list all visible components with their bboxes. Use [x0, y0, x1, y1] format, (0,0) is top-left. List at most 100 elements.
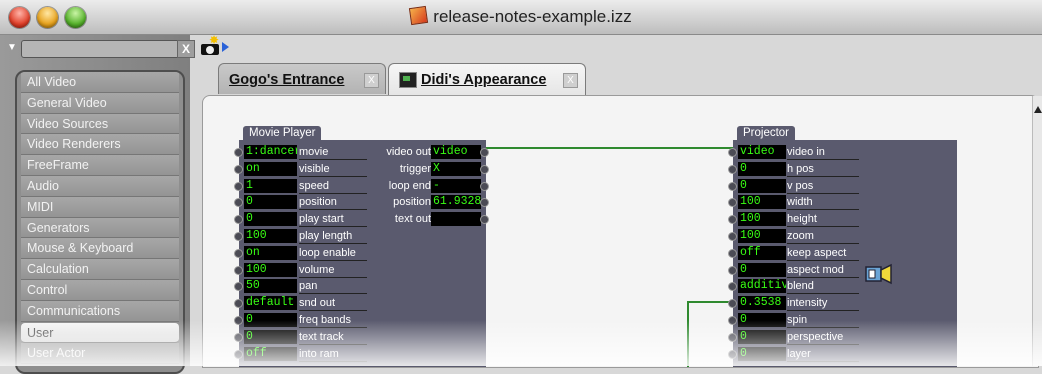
output-value-field: - [431, 178, 481, 193]
output-port[interactable] [480, 181, 489, 191]
input-value-field[interactable]: 0 [738, 313, 786, 327]
input-label: perspective [787, 330, 844, 343]
output-port[interactable] [480, 164, 489, 174]
play-arrow-icon[interactable] [222, 42, 229, 52]
output-port[interactable] [480, 148, 489, 157]
input-port[interactable] [728, 215, 737, 225]
input-value-field[interactable]: 0 [244, 212, 297, 227]
movie-player-actor[interactable]: Movie Player 1:dancer movie on visible 1 spee… [234, 126, 489, 367]
input-value-field[interactable]: on [244, 245, 297, 260]
input-port[interactable] [234, 148, 243, 157]
input-value-field[interactable]: on [244, 161, 297, 176]
input-value-field[interactable]: 1 [244, 178, 297, 193]
input-port[interactable] [728, 232, 737, 241]
input-value-field[interactable]: 0 [738, 178, 786, 193]
scene-editor-canvas[interactable]: Movie Player 1:dancer movie on visible 1 spee… [202, 95, 1039, 368]
input-label: loop enable [299, 246, 356, 259]
category-item[interactable]: General Video [21, 92, 179, 114]
intensity-patch-cord[interactable] [687, 301, 734, 367]
input-port[interactable] [234, 181, 243, 191]
tab-didis-appearance[interactable]: Didi's Appearance X [388, 63, 586, 96]
window-title: release-notes-example.izz [0, 5, 1042, 27]
input-port[interactable] [234, 265, 243, 275]
category-item[interactable]: All Video [21, 72, 179, 93]
category-item[interactable]: MIDI [21, 196, 179, 218]
input-value-field[interactable]: 100 [738, 229, 786, 243]
category-item[interactable]: Audio [21, 175, 179, 197]
input-value-field[interactable]: 0 [738, 346, 786, 361]
tab-close-button[interactable]: X [364, 73, 379, 88]
category-item[interactable]: FreeFrame [21, 155, 179, 176]
input-value-field[interactable]: off [244, 346, 297, 361]
input-port[interactable] [728, 299, 737, 309]
projector-actor[interactable]: Projector video video in 0 h pos 0 v pos 100 wi… [728, 126, 957, 367]
input-port[interactable] [234, 332, 243, 342]
input-value-field[interactable]: 0.3538 [738, 296, 786, 311]
input-value-field[interactable]: 0 [244, 313, 297, 327]
category-item[interactable]: Video Renderers [21, 134, 179, 156]
output-port-row: loop end - [369, 178, 489, 194]
category-item[interactable]: Calculation [21, 259, 179, 280]
output-value-field [431, 212, 481, 227]
input-port[interactable] [234, 349, 243, 359]
input-port[interactable] [728, 316, 737, 325]
input-port[interactable] [728, 248, 737, 258]
category-item[interactable]: Mouse & Keyboard [21, 238, 179, 260]
scroll-up-arrow-icon[interactable] [1034, 106, 1042, 113]
input-value-field[interactable]: 1:dancer [244, 145, 297, 159]
input-label: play start [299, 213, 344, 226]
vertical-scrollbar[interactable] [1032, 96, 1042, 366]
input-port[interactable] [234, 248, 243, 258]
category-item[interactable]: Control [21, 279, 179, 301]
input-value-field[interactable]: video [738, 145, 786, 159]
input-value-field[interactable]: 100 [244, 229, 297, 243]
input-port[interactable] [728, 349, 737, 359]
input-value-field[interactable]: 100 [738, 195, 786, 210]
category-item[interactable]: Generators [21, 217, 179, 239]
snapshot-camera-icon[interactable]: ✸ [201, 33, 220, 56]
input-port[interactable] [728, 265, 737, 275]
input-value-field[interactable]: 0 [738, 161, 786, 176]
input-label: snd out [299, 297, 336, 310]
document-icon [409, 5, 429, 26]
search-bar: ▼ X [7, 40, 195, 58]
input-value-field[interactable]: 0 [244, 329, 297, 344]
search-input[interactable] [21, 40, 181, 58]
input-port[interactable] [234, 198, 243, 208]
input-value-field[interactable]: 0 [738, 329, 786, 344]
input-port[interactable] [728, 148, 737, 157]
input-port-row: 100 play length [234, 228, 486, 244]
input-port[interactable] [728, 164, 737, 174]
input-value-field[interactable]: 100 [738, 212, 786, 227]
input-value-field[interactable]: off [738, 245, 786, 260]
input-port[interactable] [728, 282, 737, 292]
input-port-row: video video in [728, 144, 957, 160]
tab-gogos-entrance[interactable]: Gogo's Entrance X [218, 63, 386, 94]
input-port[interactable] [234, 316, 243, 325]
input-value-field[interactable]: default [244, 296, 297, 311]
input-port[interactable] [234, 282, 243, 292]
input-value-field[interactable]: 0 [738, 262, 786, 277]
category-item[interactable]: Communications [21, 300, 179, 322]
clear-search-button[interactable]: X [177, 40, 195, 58]
category-item[interactable]: Video Sources [21, 113, 179, 135]
input-port[interactable] [234, 299, 243, 309]
input-port[interactable] [728, 198, 737, 208]
output-label: text out [394, 213, 431, 226]
disclosure-triangle-icon[interactable]: ▼ [7, 42, 17, 53]
input-label: intensity [787, 297, 828, 310]
input-port[interactable] [234, 215, 243, 225]
category-item[interactable]: User [21, 322, 179, 344]
input-value-field[interactable]: additive [738, 279, 786, 294]
input-value-field[interactable]: 0 [244, 195, 297, 210]
input-port[interactable] [728, 181, 737, 191]
input-value-field[interactable]: 100 [244, 262, 297, 277]
category-item[interactable]: User Actor [21, 343, 179, 365]
input-port[interactable] [234, 164, 243, 174]
input-label: video in [787, 146, 825, 158]
input-value-field[interactable]: 50 [244, 279, 297, 294]
input-label: freq bands [299, 314, 351, 326]
input-port[interactable] [234, 232, 243, 241]
tab-close-button[interactable]: X [563, 73, 578, 88]
input-port[interactable] [728, 332, 737, 342]
